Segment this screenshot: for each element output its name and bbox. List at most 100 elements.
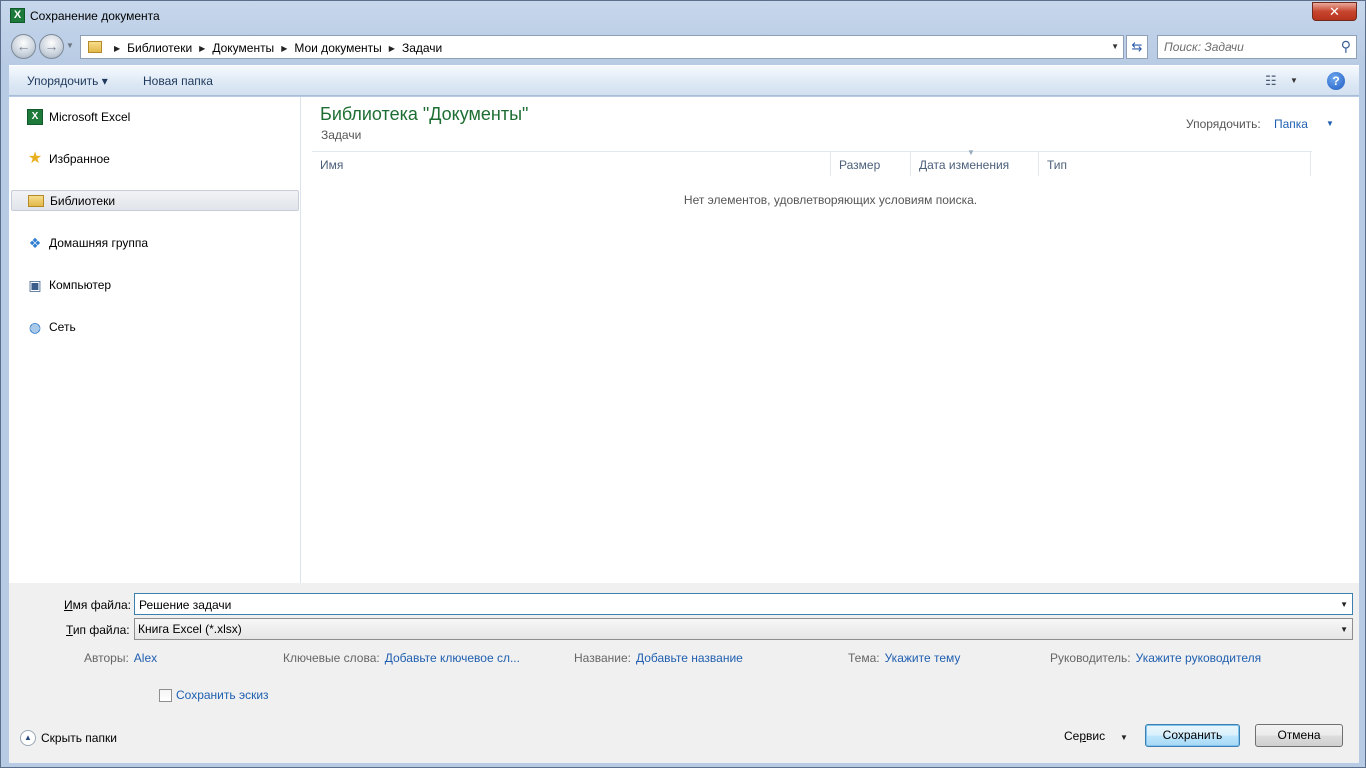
refresh-button[interactable]: ⇆ [1126,35,1148,59]
chevron-down-icon[interactable]: ▼ [1326,119,1334,128]
tools-button[interactable]: Сервис [1064,729,1105,743]
column-label: Размер [839,158,881,172]
meta-authors-value[interactable]: Alex [134,651,157,665]
meta-authors-label: Авторы: [84,651,129,665]
filetype-select[interactable]: Книга Excel (*.xlsx) ▼ [134,618,1353,640]
column-label: Дата изменения [919,158,1010,172]
breadcrumb-separator-icon[interactable]: ▶ [389,44,395,53]
breadcrumb-separator-icon[interactable]: ▶ [114,44,120,53]
help-icon[interactable]: ? [1327,72,1345,90]
sidebar-item-label: Сеть [49,319,76,334]
meta-keywords-label: Ключевые слова: [283,651,380,665]
command-toolbar: Упорядочить ▾ Новая папка ☷ ▼ ? [9,65,1359,96]
column-label: Тип [1047,158,1068,172]
sidebar-item-label: Компьютер [49,277,112,292]
column-header-date-modified[interactable]: ▼ Дата изменения [911,148,1039,176]
star-icon: ★ [27,149,43,167]
organize-button[interactable]: Упорядочить ▾ [27,74,108,88]
library-subtitle: Задачи [321,128,362,142]
meta-authors: Авторы: Alex [84,651,157,665]
save-thumbnail-label[interactable]: Сохранить эскиз [176,688,269,702]
meta-title-label: Название: [574,651,631,665]
forward-button[interactable]: → [39,34,64,59]
meta-keywords: Ключевые слова: Добавьте ключевое сл... [283,651,520,665]
chevron-down-icon: ▼ [66,41,74,50]
sidebar-item-computer[interactable]: ▣ Компьютер [11,274,299,295]
breadcrumb-libraries[interactable]: Библиотеки [127,41,192,55]
meta-title: Название: Добавьте название [574,651,743,665]
sidebar-item-favorites[interactable]: ★ Избранное [11,148,299,169]
meta-subject-value[interactable]: Укажите тему [885,651,961,665]
search-box[interactable]: ⚲ [1157,35,1357,59]
sort-arrow-icon: ▼ [967,148,975,157]
filename-input[interactable] [139,597,1329,612]
cancel-button[interactable]: Отмена [1255,724,1343,747]
chevron-down-icon[interactable]: ▼ [1340,600,1348,609]
sidebar-item-homegroup[interactable]: ❖ Домашняя группа [11,232,299,253]
filetype-label: Тип файла: [66,623,130,637]
sidebar-item-microsoft-excel[interactable]: X Microsoft Excel [11,106,299,127]
hide-folders-button[interactable]: ▲ Скрыть папки [20,730,117,746]
filename-label-text: мя файла: [72,598,131,612]
meta-manager: Руководитель: Укажите руководителя [1050,651,1261,665]
sidebar-item-libraries[interactable]: Библиотеки [11,190,299,211]
folder-icon [88,41,102,53]
back-button[interactable]: ← [11,34,36,59]
chevron-down-icon[interactable]: ▼ [1340,625,1348,634]
column-header-name[interactable]: Имя [312,152,831,176]
arrow-right-icon: → [44,38,59,54]
filetype-value: Книга Excel (*.xlsx) [138,622,242,636]
column-header-size[interactable]: Размер [831,152,911,176]
save-button[interactable]: Сохранить [1145,724,1240,747]
save-dialog-window: X Сохранение документа ✕ ← → ▼ ▶ Библиот… [0,0,1366,768]
arrange-by-label: Упорядочить: [1186,117,1261,131]
network-icon: ◍ [28,318,42,335]
breadcrumb: ▶ Библиотеки ▶ Документы ▶ Мои документы… [107,41,442,55]
address-bar[interactable]: ▶ Библиотеки ▶ Документы ▶ Мои документы… [80,35,1124,59]
breadcrumb-my-documents[interactable]: Мои документы [294,41,381,55]
sidebar-item-label: Microsoft Excel [49,109,131,124]
breadcrumb-tasks[interactable]: Задачи [402,41,442,55]
sidebar-item-network[interactable]: ◍ Сеть [11,316,299,337]
close-button[interactable]: ✕ [1312,2,1357,21]
meta-manager-value[interactable]: Укажите руководителя [1136,651,1261,665]
search-icon[interactable]: ⚲ [1341,38,1351,55]
empty-list-message: Нет элементов, удовлетворяющих условиям … [683,193,978,207]
address-dropdown-icon[interactable]: ▼ [1111,42,1119,51]
homegroup-icon: ❖ [28,234,42,251]
computer-icon: ▣ [28,276,42,293]
title-bar[interactable]: X Сохранение документа ✕ [1,1,1365,31]
arrow-left-icon: ← [16,38,31,54]
chevron-down-icon[interactable]: ▼ [1120,733,1128,742]
filename-combobox[interactable]: ▼ [134,593,1353,615]
navigation-pane: X Microsoft Excel ★ Избранное Библиотеки… [9,97,301,583]
file-list-pane: Библиотека "Документы" Задачи Упорядочит… [302,97,1359,583]
column-header: Имя Размер ▼ Дата изменения Тип [312,148,1312,176]
libraries-icon [28,194,44,207]
breadcrumb-separator-icon[interactable]: ▶ [281,44,287,53]
recent-pages-dropdown[interactable]: ▼ [66,41,74,50]
meta-keywords-value[interactable]: Добавьте ключевое сл... [385,651,520,665]
tools-label-part: Се [1064,729,1080,743]
breadcrumb-separator-icon[interactable]: ▶ [199,44,205,53]
filetype-label-accesskey: Т [66,623,73,637]
search-input[interactable] [1164,39,1334,55]
sidebar-item-label: Библиотеки [50,193,116,208]
save-thumbnail-checkbox[interactable] [159,688,172,702]
meta-title-value[interactable]: Добавьте название [636,651,743,665]
sidebar-item-label: Домашняя группа [49,235,149,250]
column-header-type[interactable]: Тип [1039,152,1311,176]
chevron-up-icon: ▲ [20,730,36,746]
filename-label-accesskey: И [64,598,73,612]
navigation-bar: ← → ▼ ▶ Библиотеки ▶ Документы ▶ Мои док… [1,33,1365,61]
save-thumbnail-option[interactable]: Сохранить эскиз [159,688,269,702]
excel-app-icon: X [10,8,25,23]
change-view-icon[interactable]: ☷ [1265,73,1277,89]
breadcrumb-documents[interactable]: Документы [212,41,274,55]
view-options-dropdown-icon[interactable]: ▼ [1290,76,1298,85]
arrange-by-dropdown[interactable]: Папка [1274,117,1308,131]
new-folder-button[interactable]: Новая папка [143,74,213,88]
library-title: Библиотека "Документы" [320,104,529,124]
sidebar-item-label: Избранное [49,151,110,166]
meta-subject-label: Тема: [848,651,880,665]
